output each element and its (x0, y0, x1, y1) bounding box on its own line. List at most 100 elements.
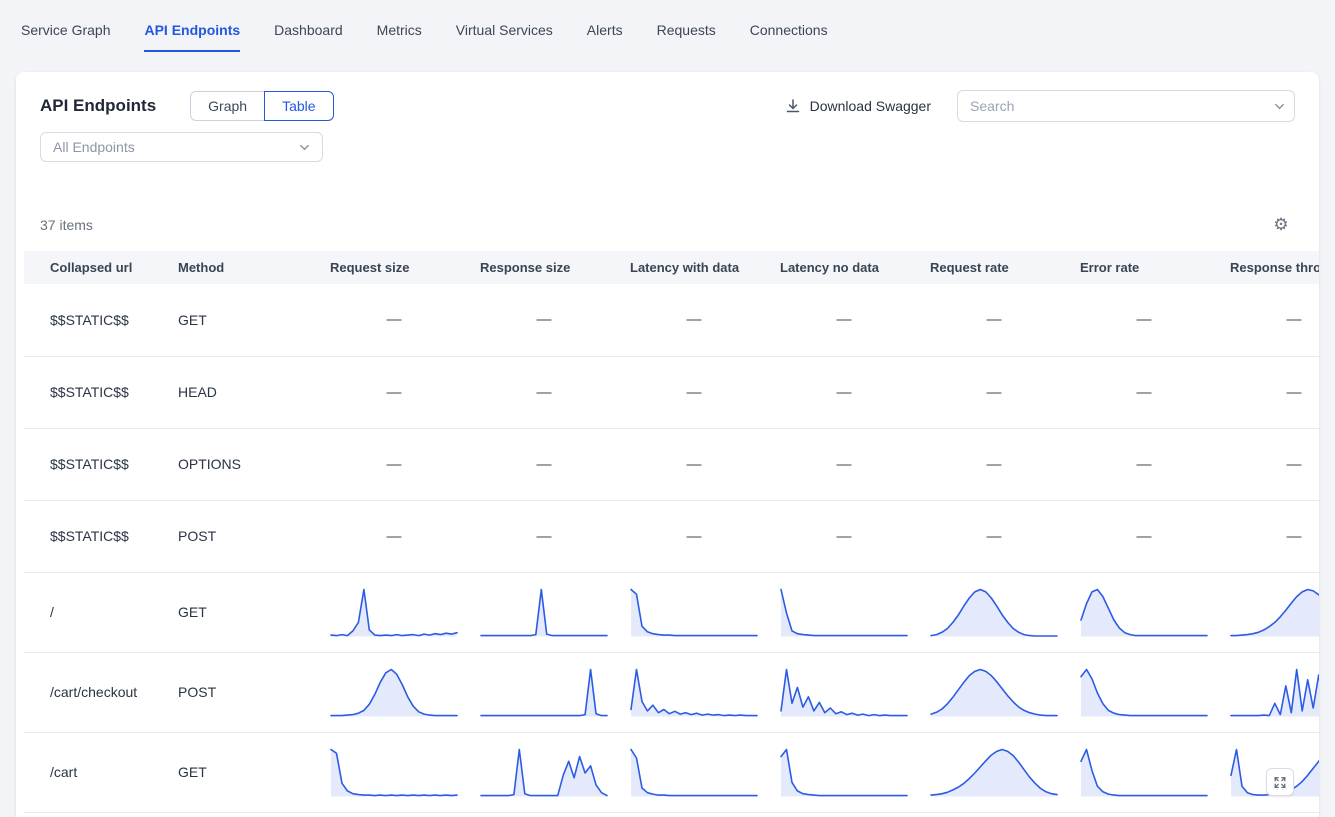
endpoint-url-cell: /cart (24, 732, 178, 812)
empty-metric: — (1287, 456, 1302, 473)
column-header-request-size[interactable]: Request size (330, 251, 480, 284)
metric-cell-request-size (330, 652, 480, 732)
sparkline-request-size (330, 664, 458, 720)
column-header-response-throughput[interactable]: Response throughput (1230, 251, 1319, 284)
metric-cell-request-rate: — (930, 284, 1080, 356)
table-toolbar: 37 items ⚙ (40, 210, 1295, 240)
sparkline-latency-with-data (630, 584, 758, 640)
column-header-method[interactable]: Method (178, 251, 330, 284)
endpoint-method-cell: POST (178, 652, 330, 732)
sparkline-request-size (330, 584, 458, 640)
table-row[interactable]: $$STATIC$$HEAD——————— (24, 356, 1319, 428)
column-header-collapsed-url[interactable]: Collapsed url (24, 251, 178, 284)
download-swagger-label: Download Swagger (810, 98, 931, 114)
table-row[interactable]: /GET (24, 572, 1319, 652)
graph-view-button[interactable]: Graph (190, 91, 264, 121)
nav-tab-service-graph[interactable]: Service Graph (21, 22, 110, 52)
empty-metric: — (1137, 528, 1152, 545)
table-row[interactable]: /cartGET (24, 732, 1319, 812)
empty-metric: — (687, 528, 702, 545)
column-header-latency-with-data[interactable]: Latency with data (630, 251, 780, 284)
chevron-down-icon (299, 142, 310, 153)
metric-cell-latency-with-data: — (630, 428, 780, 500)
endpoint-method-cell: GET (178, 732, 330, 812)
api-endpoints-card: API Endpoints Graph Table Download Swagg… (16, 72, 1319, 817)
metric-cell-response-size (480, 732, 630, 812)
metric-cell-request-size: — (330, 356, 480, 428)
metric-cell-request-rate (930, 652, 1080, 732)
metric-cell-response-size: — (480, 500, 630, 572)
metric-cell-latency-no-data: — (780, 500, 930, 572)
metric-cell-response-size: — (480, 356, 630, 428)
nav-tab-virtual-services[interactable]: Virtual Services (456, 22, 553, 52)
empty-metric: — (987, 384, 1002, 401)
nav-tab-metrics[interactable]: Metrics (377, 22, 422, 52)
empty-metric: — (1287, 384, 1302, 401)
table-view-button[interactable]: Table (264, 91, 333, 121)
empty-metric: — (537, 384, 552, 401)
endpoint-filter-dropdown[interactable]: All Endpoints (40, 132, 323, 162)
metric-cell-latency-with-data (630, 652, 780, 732)
settings-button[interactable]: ⚙ (1267, 211, 1295, 239)
table-header-row: Collapsed urlMethodRequest sizeResponse … (24, 251, 1319, 284)
nav-tab-connections[interactable]: Connections (750, 22, 828, 52)
endpoint-method-cell: POST (178, 500, 330, 572)
table-row[interactable]: $$STATIC$$POST——————— (24, 500, 1319, 572)
metric-cell-error-rate (1080, 652, 1230, 732)
column-header-response-size[interactable]: Response size (480, 251, 630, 284)
metric-cell-request-size: — (330, 284, 480, 356)
empty-metric: — (837, 456, 852, 473)
nav-tab-api-endpoints[interactable]: API Endpoints (144, 22, 240, 52)
metric-cell-error-rate: — (1080, 284, 1230, 356)
metric-cell-response-throughput: — (1230, 284, 1319, 356)
empty-metric: — (837, 528, 852, 545)
empty-metric: — (537, 311, 552, 328)
download-swagger-button[interactable]: Download Swagger (785, 98, 931, 114)
empty-metric: — (537, 456, 552, 473)
endpoint-url-cell: $$STATIC$$ (24, 500, 178, 572)
endpoints-table: Collapsed urlMethodRequest sizeResponse … (24, 251, 1319, 813)
page-title: API Endpoints (40, 96, 156, 116)
metric-cell-latency-no-data: — (780, 428, 930, 500)
search-input[interactable] (957, 90, 1295, 122)
metric-cell-latency-with-data (630, 572, 780, 652)
sparkline-response-size (480, 664, 608, 720)
empty-metric: — (687, 456, 702, 473)
view-toggle: Graph Table (190, 91, 333, 121)
endpoint-url-cell: / (24, 572, 178, 652)
metric-cell-request-rate (930, 732, 1080, 812)
metric-cell-response-throughput (1230, 652, 1319, 732)
table-row[interactable]: $$STATIC$$GET——————— (24, 284, 1319, 356)
items-count: 37 items (40, 217, 93, 233)
top-nav: Service Graph API Endpoints Dashboard Metri… (0, 0, 1335, 52)
metric-cell-latency-no-data (780, 732, 930, 812)
chevron-down-icon[interactable] (1274, 101, 1285, 112)
nav-tab-dashboard[interactable]: Dashboard (274, 22, 343, 52)
endpoint-url-cell: $$STATIC$$ (24, 284, 178, 356)
table-row[interactable]: $$STATIC$$OPTIONS——————— (24, 428, 1319, 500)
table-row[interactable]: /cart/checkoutPOST (24, 652, 1319, 732)
nav-tab-requests[interactable]: Requests (657, 22, 716, 52)
column-header-request-rate[interactable]: Request rate (930, 251, 1080, 284)
metric-cell-request-rate: — (930, 428, 1080, 500)
metric-cell-error-rate (1080, 572, 1230, 652)
column-header-latency-no-data[interactable]: Latency no data (780, 251, 930, 284)
metric-cell-error-rate: — (1080, 356, 1230, 428)
endpoint-filter-label: All Endpoints (53, 139, 135, 155)
sparkline-latency-no-data (780, 664, 908, 720)
metric-cell-latency-no-data: — (780, 284, 930, 356)
expand-button[interactable] (1266, 768, 1294, 796)
endpoint-method-cell: GET (178, 572, 330, 652)
metric-cell-request-size (330, 572, 480, 652)
sparkline-latency-with-data (630, 664, 758, 720)
empty-metric: — (987, 528, 1002, 545)
metric-cell-latency-no-data (780, 572, 930, 652)
column-header-error-rate[interactable]: Error rate (1080, 251, 1230, 284)
sparkline-response-size (480, 584, 608, 640)
empty-metric: — (837, 311, 852, 328)
metric-cell-error-rate: — (1080, 428, 1230, 500)
empty-metric: — (1137, 384, 1152, 401)
sparkline-response-throughput (1230, 664, 1319, 720)
metric-cell-request-rate: — (930, 500, 1080, 572)
nav-tab-alerts[interactable]: Alerts (587, 22, 623, 52)
